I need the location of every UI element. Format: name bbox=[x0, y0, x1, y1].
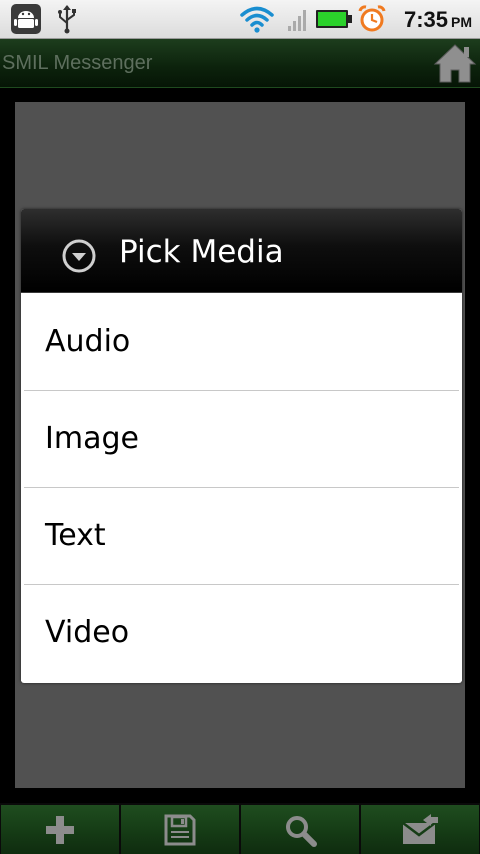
add-button[interactable] bbox=[1, 805, 119, 854]
wifi-icon bbox=[238, 0, 276, 38]
clock-time: 7:35 bbox=[403, 7, 448, 32]
send-mail-icon bbox=[402, 813, 438, 844]
alarm-icon bbox=[356, 0, 388, 38]
save-button[interactable] bbox=[121, 805, 239, 854]
media-menu: Audio Image Text Video bbox=[21, 293, 462, 681]
menu-item-text[interactable]: Text bbox=[21, 487, 462, 584]
home-button[interactable] bbox=[432, 40, 478, 86]
dropdown-circle-icon bbox=[61, 238, 97, 274]
battery-icon bbox=[314, 0, 354, 38]
send-mail-button[interactable] bbox=[361, 805, 479, 854]
add-icon bbox=[46, 815, 74, 844]
bottom-toolbar bbox=[0, 803, 480, 854]
menu-item-video[interactable]: Video bbox=[21, 584, 462, 681]
search-button[interactable] bbox=[241, 805, 359, 854]
dialog-title: Pick Media bbox=[119, 234, 284, 270]
status-bar: 7:35 PM bbox=[0, 0, 480, 39]
status-clock: 7:35 PM bbox=[404, 0, 472, 38]
menu-item-image[interactable]: Image bbox=[21, 390, 462, 487]
save-icon bbox=[164, 814, 196, 845]
title-bar: SMIL Messenger bbox=[0, 39, 480, 88]
menu-item-audio[interactable]: Audio bbox=[21, 293, 462, 390]
pick-media-dialog: Pick Media Audio Image Text Video bbox=[21, 209, 462, 683]
android-debug-icon bbox=[8, 0, 44, 38]
dialog-header: Pick Media bbox=[21, 209, 462, 293]
usb-icon bbox=[54, 0, 80, 38]
search-icon bbox=[286, 815, 317, 847]
clock-ampm: PM bbox=[451, 14, 472, 30]
home-icon bbox=[433, 44, 477, 83]
app-title: SMIL Messenger bbox=[2, 52, 153, 74]
signal-icon bbox=[286, 0, 310, 38]
